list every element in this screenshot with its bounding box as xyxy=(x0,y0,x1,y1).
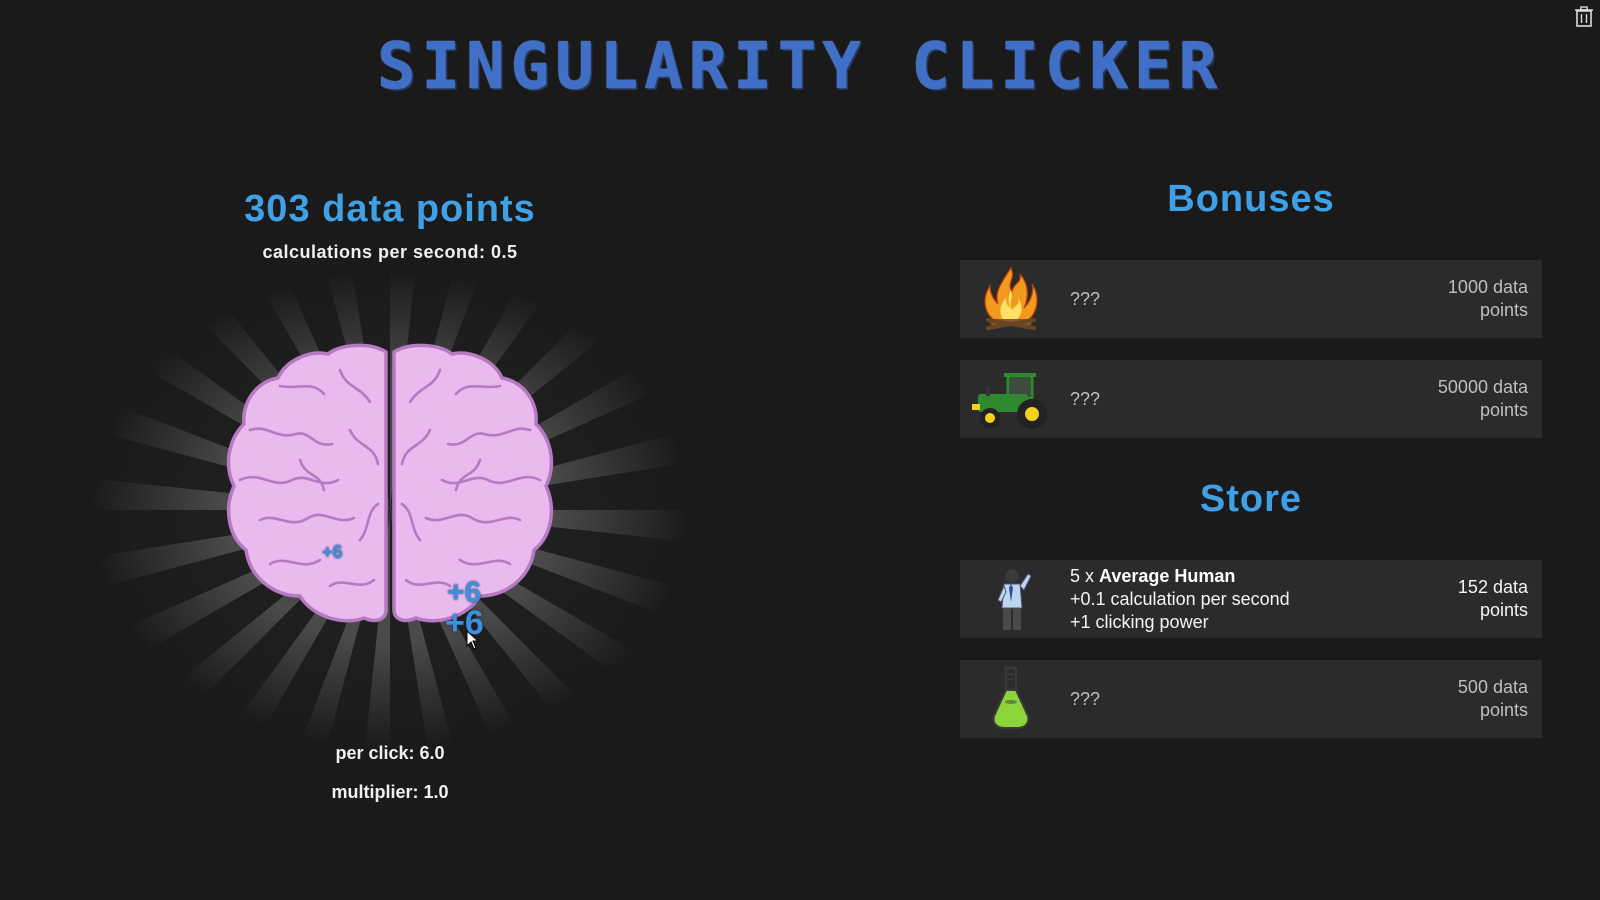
clicker-panel: 303 data points calculations per second:… xyxy=(90,170,690,830)
bonus-name: ??? xyxy=(1070,288,1101,309)
store-item[interactable]: 5 x Average Human +0.1 calculation per s… xyxy=(960,560,1542,638)
price-line: points xyxy=(1479,700,1528,720)
bonus-item[interactable]: ??? 1000 data points xyxy=(960,260,1542,338)
store-item-title: 5 x Average Human xyxy=(1070,565,1290,588)
price-line: points xyxy=(1479,400,1528,420)
price-line: 500 data xyxy=(1457,677,1528,697)
mouse-pointer-icon xyxy=(466,630,480,650)
game-title: SINGULARITY CLICKER xyxy=(376,30,1224,104)
bonuses-heading: Bonuses xyxy=(1167,178,1335,220)
tractor-icon xyxy=(972,373,1047,429)
store-price: 152 data points xyxy=(1388,560,1528,638)
trash-icon[interactable] xyxy=(1574,6,1594,28)
bonus-name: ??? xyxy=(1070,388,1101,409)
bonus-price: 50000 data points xyxy=(1388,360,1528,438)
flask-icon xyxy=(992,666,1030,729)
store-item-name: Average Human xyxy=(1099,565,1236,586)
owned-count: 5 x xyxy=(1070,565,1100,586)
points-counter: 303 data points xyxy=(244,188,536,230)
brain-button[interactable] xyxy=(220,340,560,630)
price-line: 50000 data xyxy=(1437,377,1528,397)
per-click-stat: per click: 6.0 xyxy=(335,743,445,763)
game-screen: SINGULARITY CLICKER 303 data points calc… xyxy=(0,0,1600,900)
bonus-price: 1000 data points xyxy=(1388,260,1528,338)
store-item-effect: +1 clicking power xyxy=(1070,611,1209,632)
calculations-per-second: calculations per second: 0.5 xyxy=(262,242,518,262)
price-line: points xyxy=(1479,300,1528,320)
store-item-effect: +0.1 calculation per second xyxy=(1070,588,1290,609)
store-price: 500 data points xyxy=(1388,660,1528,738)
price-line: 1000 data xyxy=(1447,277,1528,297)
price-line: points xyxy=(1479,600,1528,620)
bonus-item[interactable]: ??? 50000 data points xyxy=(960,360,1542,438)
store-item-description: 5 x Average Human +0.1 calculation per s… xyxy=(1070,560,1290,638)
brain-area: +6 +6 +6 xyxy=(90,270,690,750)
store-item-name: ??? xyxy=(1070,688,1101,709)
price-line: 152 data xyxy=(1457,577,1528,597)
store-item[interactable]: ??? 500 data points xyxy=(960,660,1542,738)
multiplier-stat: multiplier: 1.0 xyxy=(331,782,449,802)
campfire-icon xyxy=(984,266,1038,330)
human-icon xyxy=(997,569,1032,630)
store-heading: Store xyxy=(1199,478,1303,520)
